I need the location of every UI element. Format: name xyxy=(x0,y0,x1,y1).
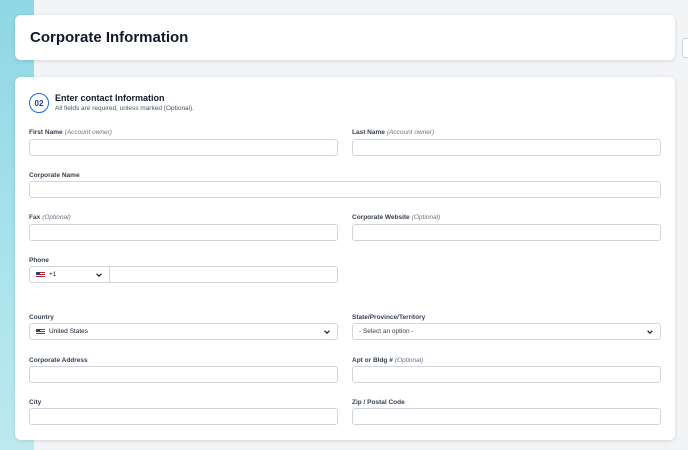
first-name-label: First Name (Account owner) xyxy=(29,129,112,136)
fax-field[interactable] xyxy=(29,224,338,241)
city-label: City xyxy=(29,399,42,406)
phone-country-code-select[interactable]: +1 xyxy=(29,266,110,283)
fax-label: Fax (Optional) xyxy=(29,214,71,221)
us-flag-icon xyxy=(36,271,45,278)
address-field[interactable] xyxy=(29,366,338,383)
state-selected-value: - Select an option - xyxy=(359,328,414,335)
zip-label: Zip / Postal Code xyxy=(352,399,405,406)
country-selected-value: United States xyxy=(49,328,89,335)
state-select[interactable]: - Select an option - xyxy=(352,323,661,340)
state-label: State/Province/Territory xyxy=(352,314,426,321)
step-title: Enter contact Information xyxy=(55,93,165,103)
step-number-badge: 02 xyxy=(29,93,49,113)
website-label: Corporate Website (Optional) xyxy=(352,214,441,221)
phone-label: Phone xyxy=(29,257,49,264)
step-subtitle: All fields are required, unless marked (… xyxy=(55,105,195,112)
city-field[interactable] xyxy=(29,408,338,425)
corporate-name-field[interactable] xyxy=(29,181,661,198)
country-label: Country xyxy=(29,314,54,321)
website-field[interactable] xyxy=(352,224,661,241)
phone-number-field[interactable] xyxy=(109,266,338,283)
country-select[interactable]: United States xyxy=(29,323,338,340)
page-title: Corporate Information xyxy=(30,29,189,46)
first-name-field[interactable] xyxy=(29,139,338,156)
apt-label: Apt or Bldg # (Optional) xyxy=(352,357,424,364)
chevron-down-icon xyxy=(647,329,653,334)
apt-field[interactable] xyxy=(352,366,661,383)
phone-country-code: +1 xyxy=(49,271,57,278)
corporate-name-label: Corporate Name xyxy=(29,172,80,179)
zip-field[interactable] xyxy=(352,408,661,425)
contact-form: 02 Enter contact Information All fields … xyxy=(15,77,675,440)
chevron-down-icon xyxy=(324,329,330,334)
last-name-field[interactable] xyxy=(352,139,661,156)
page-header: Corporate Information xyxy=(15,15,675,60)
address-label: Corporate Address xyxy=(29,357,88,364)
last-name-label: Last Name (Account owner) xyxy=(352,129,435,136)
chevron-down-icon xyxy=(96,272,102,277)
edge-tab[interactable] xyxy=(682,38,688,58)
us-flag-icon xyxy=(36,328,45,335)
